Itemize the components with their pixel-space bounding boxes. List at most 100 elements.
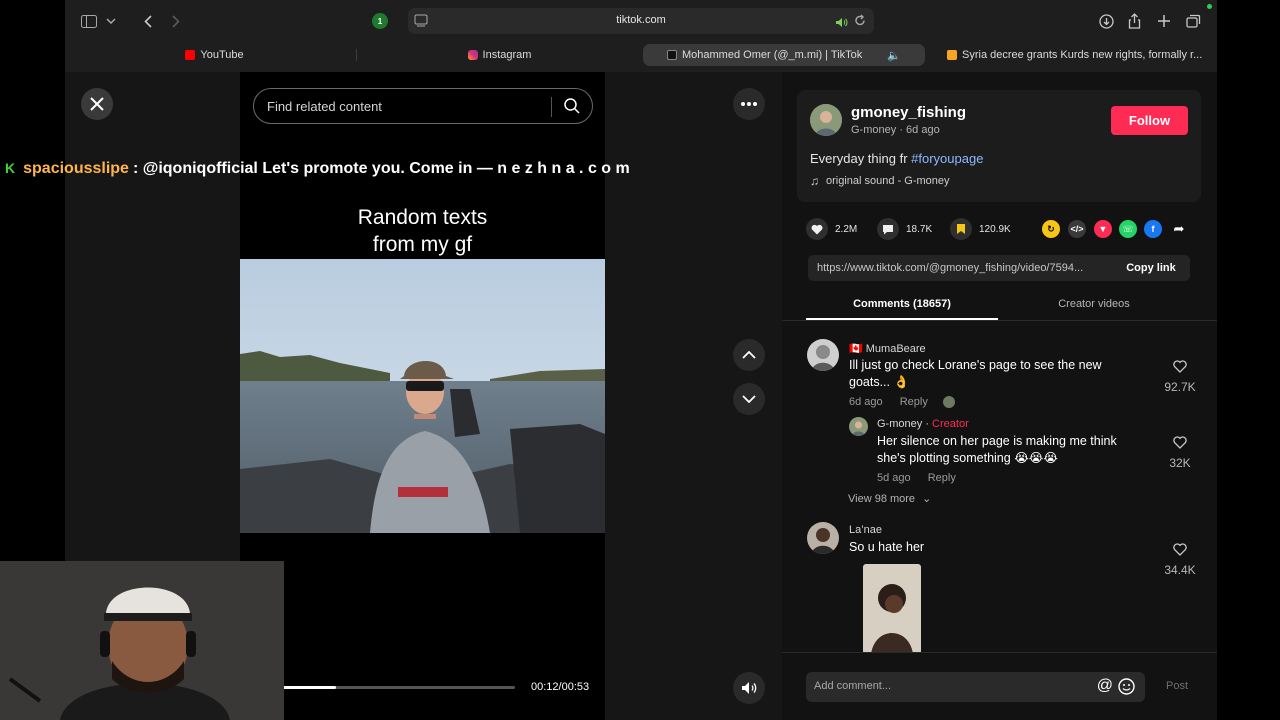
kick-badge-icon: K xyxy=(5,160,16,176)
new-tab-icon[interactable] xyxy=(1155,10,1173,32)
reply-button[interactable]: Reply xyxy=(900,396,928,408)
comment-avatar[interactable] xyxy=(807,522,839,554)
view-more-replies-button[interactable]: View 98 more ⌄ xyxy=(848,492,931,505)
post-description: Everyday thing fr #foryoupage xyxy=(810,151,983,166)
comment-image[interactable] xyxy=(863,564,921,652)
downloads-icon[interactable] xyxy=(1097,10,1115,32)
tab-comments[interactable]: Comments (18657) xyxy=(806,298,998,320)
comment-line: goats... 👌 xyxy=(849,375,910,389)
webcam-overlay xyxy=(0,561,284,720)
chevron-up-icon xyxy=(742,351,756,359)
like-button[interactable]: 2.2M xyxy=(806,218,857,240)
tab-tiktok-active[interactable]: Mohammed Omer (@_m.mi) | TikTok 🔈 xyxy=(643,44,925,66)
extension-icon[interactable]: 1 xyxy=(370,10,390,32)
emoji-icon[interactable] xyxy=(1118,678,1135,700)
next-video-button[interactable] xyxy=(733,383,765,415)
tab-label: YouTube xyxy=(200,49,244,61)
follow-button[interactable]: Follow xyxy=(1111,106,1188,135)
save-button[interactable]: 120.9K xyxy=(950,218,1011,240)
streamer-webcam-image xyxy=(0,561,284,720)
comment-author[interactable]: 🇨🇦 MumaBeare xyxy=(849,342,926,355)
share-arrow-icon[interactable]: ➦ xyxy=(1170,220,1188,238)
chevron-down-icon xyxy=(742,395,756,403)
comment-composer: Add comment... @ Post xyxy=(782,652,1217,720)
comment-button[interactable]: 18.7K xyxy=(877,218,932,240)
speaker-playing-icon[interactable] xyxy=(835,15,848,33)
search-icon[interactable] xyxy=(564,98,580,119)
reply-time: 5d ago xyxy=(877,472,911,484)
embed-icon[interactable]: </> xyxy=(1068,220,1086,238)
comment-text: So u hate her xyxy=(849,540,925,554)
comment-like-button[interactable]: 34.4K xyxy=(1160,543,1200,577)
share-link-text[interactable]: https://www.tiktok.com/@gmoney_fishing/v… xyxy=(817,262,1112,274)
tab-divider xyxy=(356,49,357,61)
author-username[interactable]: gmoney_fishing xyxy=(851,104,966,121)
chevron-down-icon[interactable] xyxy=(103,10,119,32)
comment-meta: 6d ago Reply xyxy=(849,396,955,409)
facebook-icon[interactable]: f xyxy=(1144,220,1162,238)
chat-username: spaciousslipe xyxy=(23,160,129,177)
send-icon[interactable]: ▼ xyxy=(1094,220,1112,238)
bookmark-icon xyxy=(950,218,972,240)
tab-instagram[interactable]: Instagram xyxy=(358,44,641,66)
tab-news[interactable]: Syria decree grants Kurds new rights, fo… xyxy=(927,44,1212,66)
reply-avatar[interactable] xyxy=(849,417,868,436)
reply-author-name[interactable]: G-money xyxy=(877,418,922,430)
tab-youtube[interactable]: YouTube xyxy=(73,44,356,66)
comment-bubble-icon xyxy=(877,218,899,240)
more-options-button[interactable] xyxy=(733,88,765,120)
back-icon[interactable] xyxy=(139,10,157,32)
reload-icon[interactable] xyxy=(854,14,866,32)
author-avatar[interactable] xyxy=(810,104,842,136)
tab-creator-videos[interactable]: Creator videos xyxy=(998,298,1190,320)
heart-icon xyxy=(806,218,828,240)
close-button[interactable] xyxy=(81,88,113,120)
author-meta: G-money · 6d ago xyxy=(851,124,940,136)
reply-meta: 5d ago Reply xyxy=(877,472,956,484)
hashtag-link[interactable]: #foryoupage xyxy=(911,151,983,166)
address-bar[interactable]: tiktok.com xyxy=(408,8,874,34)
creator-liked-avatar xyxy=(942,396,955,409)
tiktok-icon xyxy=(667,50,677,60)
share-link-bar: https://www.tiktok.com/@gmoney_fishing/v… xyxy=(808,255,1190,281)
sound-name: original sound - G-money xyxy=(826,175,950,187)
tab-audio-icon[interactable]: 🔈 xyxy=(887,49,901,62)
copy-link-button[interactable]: Copy link xyxy=(1112,255,1190,281)
whatsapp-icon[interactable]: ☏ xyxy=(1119,220,1137,238)
sidebar-toggle-icon[interactable] xyxy=(79,10,99,32)
volume-button[interactable] xyxy=(733,672,765,704)
repost-icon[interactable]: ↻ xyxy=(1042,220,1060,238)
reply-like-button[interactable]: 32K xyxy=(1160,436,1200,470)
share-icon[interactable] xyxy=(1125,10,1143,32)
comment-avatar[interactable] xyxy=(807,339,839,371)
tab-overview-icon[interactable] xyxy=(1183,10,1203,32)
forward-icon[interactable] xyxy=(167,10,185,32)
post-comment-button[interactable]: Post xyxy=(1166,680,1188,692)
comment-line: Ill just go check Lorane's page to see t… xyxy=(849,358,1102,372)
ellipsis-icon xyxy=(741,102,757,106)
news-icon xyxy=(947,50,957,60)
comment-like-count: 34.4K xyxy=(1164,563,1196,577)
search-input[interactable]: Find related content xyxy=(253,88,593,124)
heart-outline-icon xyxy=(1173,360,1187,373)
comment-like-button[interactable]: 92.7K xyxy=(1160,360,1200,394)
tab-label: Syria decree grants Kurds new rights, fo… xyxy=(962,49,1203,61)
comment-line: she's plotting something 😭😭😭 xyxy=(877,451,1059,465)
comment-input[interactable]: Add comment... @ xyxy=(806,672,1145,702)
tab-label: Mohammed Omer (@_m.mi) | TikTok xyxy=(682,49,863,61)
video-progress-bar[interactable] xyxy=(283,686,515,689)
post-side-panel: gmoney_fishing G-money · 6d ago Follow E… xyxy=(782,72,1217,720)
chat-text: : @iqoniqofficial Let's promote you. Com… xyxy=(132,160,630,177)
comment-like-count: 92.7K xyxy=(1164,380,1196,394)
comment-author[interactable]: La’nae xyxy=(849,524,882,536)
sound-link[interactable]: ♫ original sound - G-money xyxy=(810,174,950,188)
previous-video-button[interactable] xyxy=(733,339,765,371)
music-note-icon: ♫ xyxy=(810,174,819,188)
mention-icon[interactable]: @ xyxy=(1097,677,1113,695)
video-timestamp: 00:12/00:53 xyxy=(531,681,590,693)
browser-chrome: 1 tiktok.com YouTube Instagram Mohammed … xyxy=(65,0,1217,72)
status-indicator xyxy=(1207,4,1212,9)
save-count: 120.9K xyxy=(979,223,1011,235)
comment-list: 🇨🇦 MumaBeare Ill just go check Lorane's … xyxy=(782,321,1217,652)
reply-button[interactable]: Reply xyxy=(928,472,956,484)
